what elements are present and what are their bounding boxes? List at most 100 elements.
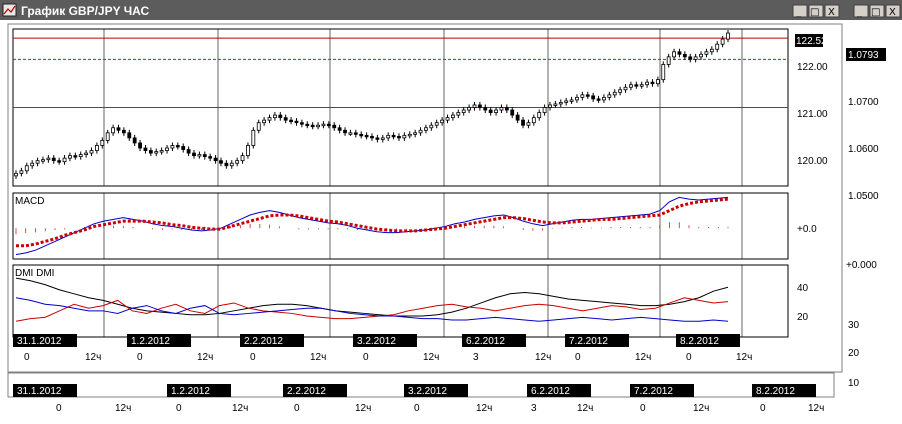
- background-date-label: 3.2.2012: [408, 386, 447, 397]
- candle-body: [682, 53, 687, 58]
- minimize-button[interactable]: _: [853, 4, 869, 18]
- dmi-tick-0: 40: [797, 283, 809, 294]
- background-hour-label: 12ч: [577, 403, 593, 414]
- outer-minimize-button[interactable]: _: [792, 4, 808, 18]
- candle-body: [483, 107, 488, 111]
- candle-body: [305, 123, 310, 127]
- background-hour-label: 12ч: [355, 403, 371, 414]
- candle-body: [407, 133, 412, 137]
- date-label: 2.2.2012: [244, 336, 283, 347]
- date-label: 3.2.2012: [357, 336, 396, 347]
- candle-body: [159, 150, 164, 153]
- hour-label: 0: [137, 352, 143, 363]
- price-tick-2: 120.00: [797, 156, 828, 167]
- candle-body: [650, 81, 655, 85]
- right-dmi-tick-2: 10: [848, 378, 860, 389]
- candle-body: [645, 81, 649, 86]
- candle-body: [709, 48, 714, 53]
- svg-text:_: _: [856, 7, 863, 18]
- candle-body: [467, 107, 471, 111]
- background-hour-label: 12ч: [115, 403, 131, 414]
- candle-body: [569, 99, 574, 102]
- maximize-button[interactable]: □: [869, 4, 885, 18]
- background-hour-label: 0: [294, 403, 300, 414]
- date-label: 8.2.2012: [680, 336, 719, 347]
- hour-label: 0: [363, 352, 369, 363]
- candle-body: [359, 133, 364, 137]
- candle-body: [639, 84, 644, 87]
- candle-body: [197, 154, 202, 157]
- candle-body: [337, 127, 342, 131]
- background-date-label: 31.1.2012: [17, 386, 62, 397]
- candle-body: [267, 117, 272, 121]
- candle-body: [488, 109, 493, 113]
- candle-body: [456, 112, 461, 116]
- candle-body: [170, 145, 175, 149]
- candle-body: [89, 150, 94, 154]
- candle-body: [208, 156, 213, 159]
- macd-label: MACD: [15, 196, 44, 207]
- candle-body: [35, 160, 40, 164]
- candle-body: [699, 53, 703, 58]
- background-hour-label: 12ч: [693, 403, 709, 414]
- background-hour-label: 12ч: [808, 403, 824, 414]
- candle-body: [294, 120, 299, 124]
- hour-label: 12ч: [197, 352, 213, 363]
- candle-body: [537, 112, 542, 119]
- candle-body: [380, 137, 385, 140]
- right-tick-0: 1.0700: [848, 97, 879, 108]
- hour-label: 12ч: [535, 352, 551, 363]
- background-hour-label: 3: [531, 403, 537, 414]
- candle-body: [343, 129, 347, 134]
- background-hour-label: 0: [640, 403, 646, 414]
- candle-body: [499, 107, 504, 111]
- candle-body: [494, 109, 498, 113]
- candle-body: [332, 124, 337, 129]
- right-current-tag: 1.0793: [848, 50, 879, 61]
- candle-body: [661, 64, 666, 81]
- price-tick-1: 121.00: [797, 109, 828, 120]
- candle-body: [591, 95, 596, 100]
- candle-body: [364, 134, 369, 138]
- candle-body: [726, 32, 730, 40]
- candle-body: [391, 134, 396, 138]
- hour-label: 0: [24, 352, 30, 363]
- background-date-label: 8.2.2012: [756, 386, 795, 397]
- right-tick-1: 1.0600: [848, 144, 879, 155]
- candle-body: [618, 89, 623, 93]
- candle-body: [386, 134, 391, 139]
- candle-body: [19, 170, 24, 174]
- candle-body: [370, 135, 374, 139]
- candle-body: [246, 145, 250, 157]
- candle-body: [353, 132, 358, 135]
- candle-body: [78, 154, 83, 158]
- candle-body: [132, 137, 137, 144]
- candle-body: [111, 127, 115, 134]
- candle-body: [693, 56, 698, 60]
- candle-body: [542, 107, 547, 113]
- close-button[interactable]: X: [885, 4, 901, 18]
- candle-body: [256, 122, 261, 131]
- outer-maximize-button[interactable]: □: [808, 4, 824, 18]
- candle-body: [634, 84, 639, 87]
- outer-close-button[interactable]: X: [824, 4, 840, 18]
- svg-text:X: X: [889, 7, 896, 18]
- candle-body: [602, 96, 606, 101]
- candle-body: [154, 151, 159, 154]
- background-hour-label: 0: [176, 403, 182, 414]
- candle-body: [477, 104, 482, 108]
- candle-body: [30, 162, 35, 167]
- svg-text:□: □: [810, 7, 819, 18]
- hour-label: 12ч: [310, 352, 326, 363]
- background-date-label: 6.2.2012: [531, 386, 570, 397]
- candle-body: [413, 132, 418, 135]
- candle-body: [148, 150, 153, 154]
- candle-body: [213, 157, 218, 162]
- candle-body: [219, 160, 223, 164]
- dmi-panel: [12, 264, 789, 338]
- candle-body: [224, 162, 229, 167]
- candle-body: [424, 127, 428, 131]
- candle-body: [461, 109, 466, 113]
- price-tick-0: 122.00: [797, 62, 828, 73]
- candle-body: [715, 43, 720, 50]
